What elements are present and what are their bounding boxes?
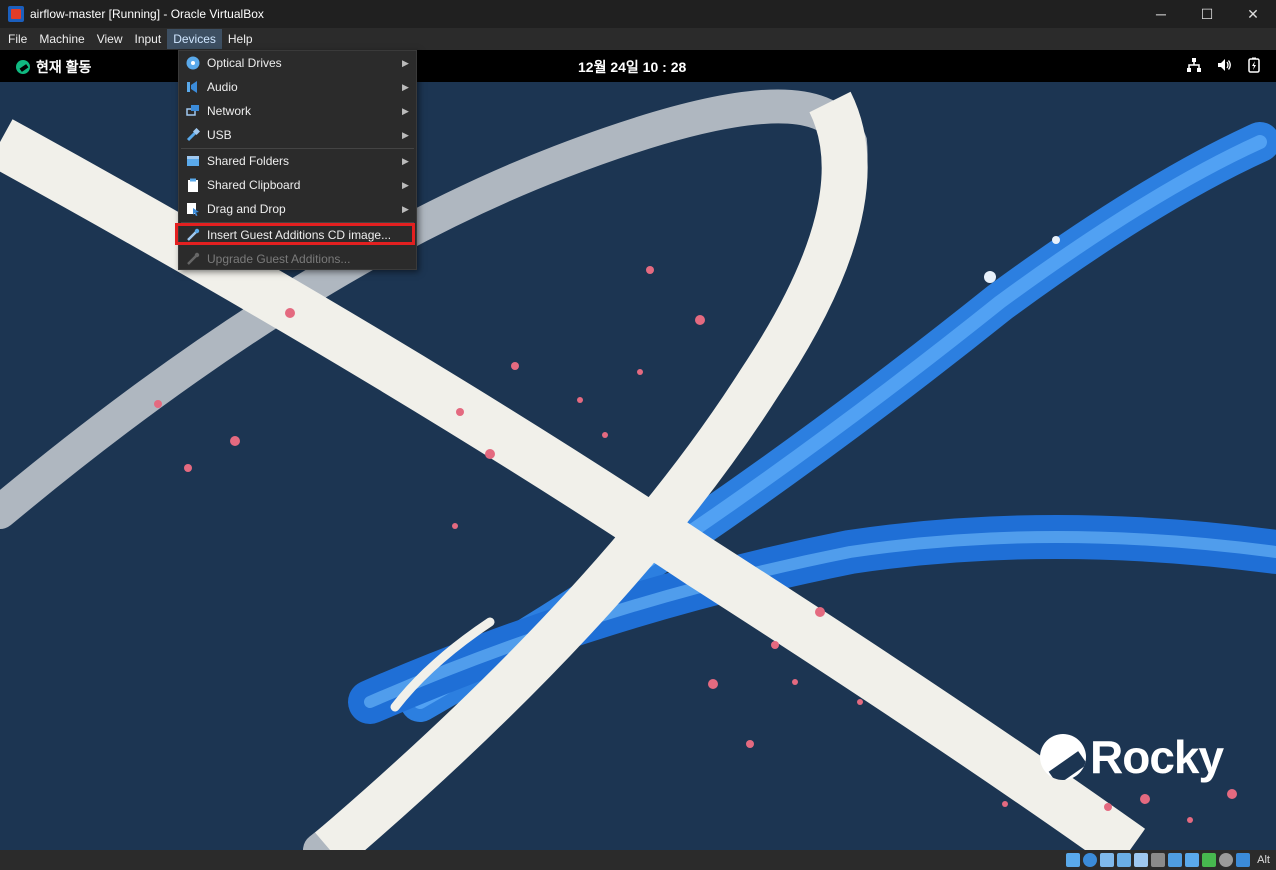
upgrade-guest-additions-icon [185, 251, 201, 267]
shared-clipboard-icon [185, 177, 201, 193]
shared-folders-icon [185, 153, 201, 169]
audio-icon[interactable] [1100, 853, 1115, 867]
menu-file[interactable]: File [2, 29, 33, 49]
menu-help[interactable]: Help [222, 29, 259, 49]
menubar: File Machine View Input Devices Help [0, 28, 1276, 50]
menu-item-audio[interactable]: Audio ▶ [179, 76, 416, 98]
rocky-logo-text: Rocky [1090, 731, 1224, 783]
close-button[interactable]: ✕ [1230, 0, 1276, 28]
activities-label: 현재 활동 [36, 59, 92, 75]
cpu-icon[interactable] [1202, 853, 1217, 867]
volume-icon[interactable] [1216, 57, 1232, 73]
annotation-highlight-box [175, 223, 415, 245]
chevron-right-icon: ▶ [402, 129, 409, 140]
optical-drive-icon [185, 55, 201, 71]
usb-icon [185, 127, 201, 143]
vm-statusbar: Alt [0, 850, 1276, 870]
chevron-right-icon: ▶ [402, 81, 409, 92]
minimize-button[interactable]: ─ [1138, 0, 1184, 28]
system-tray[interactable] [1186, 57, 1262, 73]
chevron-right-icon: ▶ [402, 105, 409, 116]
menu-separator [181, 148, 414, 149]
maximize-button[interactable]: ☐ [1184, 0, 1230, 28]
display-icon[interactable] [1168, 853, 1183, 867]
network-icon[interactable] [1186, 57, 1202, 73]
menu-item-shared-folders[interactable]: Shared Folders ▶ [179, 150, 416, 172]
menu-item-usb[interactable]: USB ▶ [179, 124, 416, 146]
chevron-right-icon: ▶ [402, 155, 409, 166]
mouse-icon[interactable] [1219, 853, 1234, 867]
audio-icon [185, 79, 201, 95]
optical-drive-icon[interactable] [1083, 853, 1098, 867]
network-icon [185, 103, 201, 119]
menu-item-network[interactable]: Network ▶ [179, 100, 416, 122]
menu-item-drag-and-drop[interactable]: Drag and Drop ▶ [179, 198, 416, 220]
chevron-right-icon: ▶ [402, 203, 409, 214]
virtualbox-app-icon [8, 6, 24, 22]
window-titlebar[interactable]: airflow-master [Running] - Oracle Virtua… [0, 0, 1276, 28]
host-key-indicator: Alt [1257, 854, 1270, 866]
clock[interactable]: 12월 24일 10 : 28 [578, 57, 686, 77]
host-key-icon[interactable] [1236, 853, 1251, 867]
drag-and-drop-icon [185, 201, 201, 217]
menu-machine[interactable]: Machine [33, 29, 90, 49]
rocky-icon [16, 60, 30, 74]
chevron-right-icon: ▶ [402, 179, 409, 190]
battery-icon[interactable] [1246, 57, 1262, 73]
rocky-logo: Rocky [1040, 730, 1224, 784]
network-icon[interactable] [1117, 853, 1132, 867]
menu-item-shared-clipboard[interactable]: Shared Clipboard ▶ [179, 174, 416, 196]
hard-disk-icon[interactable] [1066, 853, 1081, 867]
rocky-logo-mark [1040, 734, 1086, 780]
menu-item-optical-drives[interactable]: Optical Drives ▶ [179, 52, 416, 74]
menu-devices[interactable]: Devices [167, 29, 222, 49]
chevron-right-icon: ▶ [402, 57, 409, 68]
menu-item-upgrade-guest-additions: Upgrade Guest Additions... [179, 248, 416, 270]
window-title: airflow-master [Running] - Oracle Virtua… [30, 7, 264, 21]
menu-view[interactable]: View [91, 29, 129, 49]
activities-button[interactable]: 현재 활동 [16, 57, 91, 77]
usb-icon[interactable] [1134, 853, 1149, 867]
menu-input[interactable]: Input [129, 29, 168, 49]
shared-folders-icon[interactable] [1151, 853, 1166, 867]
recording-icon[interactable] [1185, 853, 1200, 867]
